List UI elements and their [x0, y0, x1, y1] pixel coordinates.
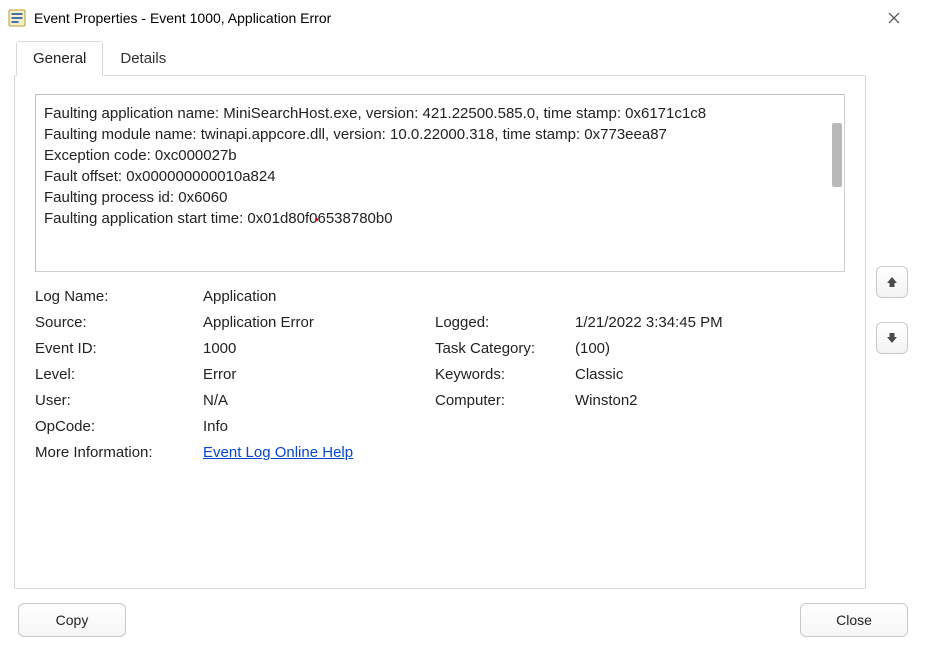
computer-label: Computer:: [435, 392, 575, 409]
opcode-label: OpCode:: [35, 418, 203, 435]
keywords-value: Classic: [575, 366, 845, 383]
caret-marker: [315, 218, 318, 221]
source-value: Application Error: [203, 314, 435, 331]
task-category-value: (100): [575, 340, 845, 357]
arrow-down-icon: [884, 330, 900, 346]
record-nav-buttons: [876, 40, 912, 589]
tab-panel: General Details Faulting application nam…: [14, 40, 866, 589]
level-label: Level:: [35, 366, 203, 383]
window-title: Event Properties - Event 1000, Applicati…: [34, 10, 872, 26]
opcode-value: Info: [203, 418, 845, 435]
logged-label: Logged:: [435, 314, 575, 331]
event-description-line: Faulting module name: twinapi.appcore.dl…: [44, 124, 834, 145]
arrow-up-icon: [884, 274, 900, 290]
event-description-line: Faulting process id: 0x6060: [44, 187, 834, 208]
more-information-value: Event Log Online Help: [203, 444, 845, 461]
event-properties-grid: Log Name: Application Source: Applicatio…: [35, 288, 845, 461]
logged-value: 1/21/2022 3:34:45 PM: [575, 314, 845, 331]
event-description-line: Faulting application name: MiniSearchHos…: [44, 103, 834, 124]
computer-value: Winston2: [575, 392, 845, 409]
event-description-line: Fault offset: 0x000000000010a824: [44, 166, 834, 187]
event-description-line: Exception code: 0xc000027b: [44, 145, 834, 166]
keywords-label: Keywords:: [435, 366, 575, 383]
event-properties-window: Event Properties - Event 1000, Applicati…: [0, 0, 926, 647]
dialog-body: General Details Faulting application nam…: [0, 36, 926, 647]
next-event-button[interactable]: [876, 322, 908, 354]
tab-content-general: Faulting application name: MiniSearchHos…: [14, 75, 866, 589]
event-log-online-help-link[interactable]: Event Log Online Help: [203, 444, 353, 461]
tab-general[interactable]: General: [16, 41, 103, 76]
log-name-label: Log Name:: [35, 288, 203, 305]
task-category-label: Task Category:: [435, 340, 575, 357]
user-value: N/A: [203, 392, 435, 409]
close-button[interactable]: Close: [800, 603, 908, 637]
scrollbar-thumb[interactable]: [832, 123, 842, 187]
log-name-value: Application: [203, 288, 845, 305]
tab-strip: General Details: [14, 40, 866, 75]
close-icon: [888, 12, 900, 24]
description-scrollbar[interactable]: [826, 97, 842, 269]
level-value: Error: [203, 366, 435, 383]
tab-details[interactable]: Details: [103, 41, 183, 76]
event-description-line: Faulting application start time: 0x01d80…: [44, 208, 834, 229]
source-label: Source:: [35, 314, 203, 331]
window-close-button[interactable]: [872, 3, 916, 33]
dialog-footer: Copy Close: [14, 589, 912, 637]
titlebar: Event Properties - Event 1000, Applicati…: [0, 0, 926, 36]
event-log-icon: [8, 9, 26, 27]
event-id-label: Event ID:: [35, 340, 203, 357]
event-description-box[interactable]: Faulting application name: MiniSearchHos…: [35, 94, 845, 272]
event-id-value: 1000: [203, 340, 435, 357]
copy-button[interactable]: Copy: [18, 603, 126, 637]
previous-event-button[interactable]: [876, 266, 908, 298]
event-description-text: Faulting application name: MiniSearchHos…: [44, 103, 834, 229]
more-information-label: More Information:: [35, 444, 203, 461]
main-row: General Details Faulting application nam…: [14, 40, 912, 589]
user-label: User:: [35, 392, 203, 409]
